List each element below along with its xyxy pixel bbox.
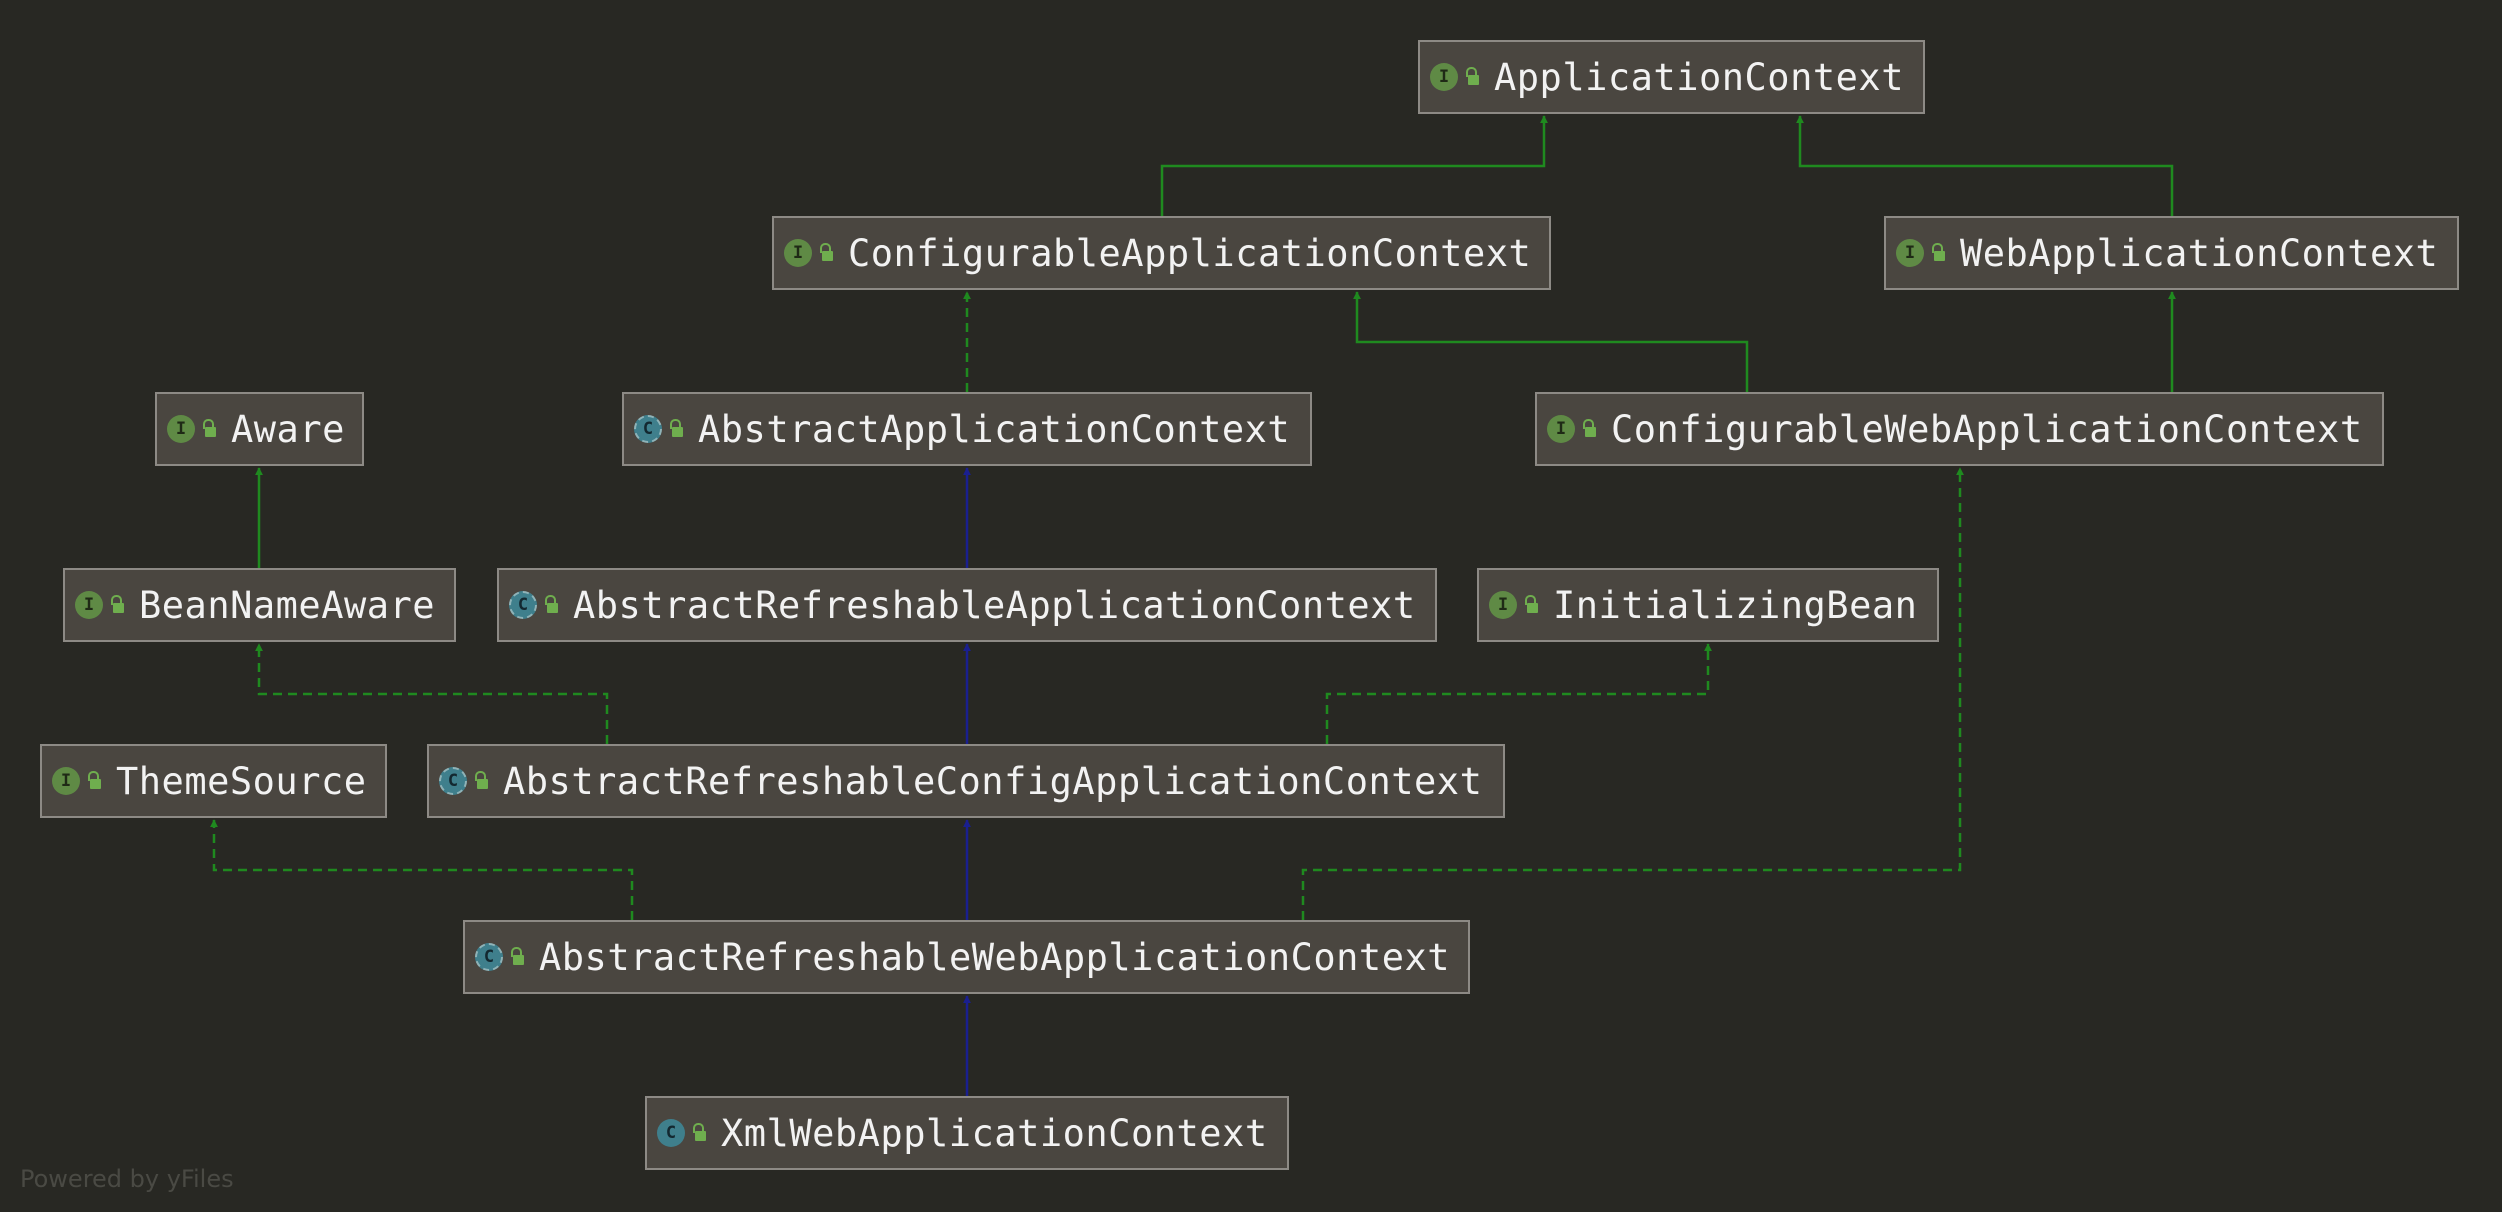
node-AbstractRefreshableApplicationContext[interactable]: C AbstractRefreshableApplicationContext	[497, 568, 1437, 642]
public-lock-icon	[88, 770, 102, 792]
node-ThemeSource[interactable]: I ThemeSource	[40, 744, 387, 818]
node-label: ApplicationContext	[1494, 55, 1904, 99]
node-BeanNameAware[interactable]: I BeanNameAware	[63, 568, 456, 642]
interface-icon: I	[52, 767, 80, 795]
node-ApplicationContext[interactable]: I ApplicationContext	[1418, 40, 1925, 114]
node-label: AbstractApplicationContext	[698, 407, 1291, 451]
edge-ConfigurableWebApplicationContext-to-ConfigurableApplicationContext	[1353, 291, 1749, 392]
node-label: WebApplicationContext	[1960, 231, 2439, 275]
node-XmlWebApplicationContext[interactable]: C XmlWebApplicationContext	[645, 1096, 1289, 1170]
node-label: ConfigurableWebApplicationContext	[1611, 407, 2363, 451]
edge-WebApplicationContext-to-ApplicationContext	[1796, 115, 2174, 216]
node-ConfigurableWebApplicationContext[interactable]: I ConfigurableWebApplicationContext	[1535, 392, 2384, 466]
public-lock-icon	[111, 594, 125, 616]
abstract-class-icon: C	[475, 943, 503, 971]
public-lock-icon	[820, 242, 834, 264]
public-lock-icon	[670, 418, 684, 440]
edge-AbstractRefreshableConfigApplicationContext-to-InitializingBean	[1325, 643, 1712, 744]
abstract-class-icon: C	[634, 415, 662, 443]
node-Aware[interactable]: I Aware	[155, 392, 364, 466]
node-label: AbstractRefreshableWebApplicationContext	[539, 935, 1451, 979]
edge-AbstractRefreshableConfigApplicationContext-to-BeanNameAware	[255, 643, 609, 744]
public-lock-icon	[1932, 242, 1946, 264]
watermark: Powered by yFiles	[20, 1165, 234, 1193]
node-label: ThemeSource	[116, 759, 367, 803]
public-lock-icon	[203, 418, 217, 440]
class-icon: C	[657, 1119, 685, 1147]
interface-icon: I	[1430, 63, 1458, 91]
node-AbstractApplicationContext[interactable]: C AbstractApplicationContext	[622, 392, 1312, 466]
node-label: InitializingBean	[1553, 583, 1918, 627]
public-lock-icon	[1525, 594, 1539, 616]
node-label: AbstractRefreshableApplicationContext	[573, 583, 1416, 627]
node-WebApplicationContext[interactable]: I WebApplicationContext	[1884, 216, 2459, 290]
node-label: BeanNameAware	[139, 583, 436, 627]
public-lock-icon	[1466, 66, 1480, 88]
node-label: ConfigurableApplicationContext	[848, 231, 1532, 275]
public-lock-icon	[511, 946, 525, 968]
edge-ConfigurableApplicationContext-to-ApplicationContext	[1160, 115, 1548, 216]
public-lock-icon	[1583, 418, 1597, 440]
abstract-class-icon: C	[439, 767, 467, 795]
node-AbstractRefreshableConfigApplicationContext[interactable]: C AbstractRefreshableConfigApplicationCon…	[427, 744, 1505, 818]
node-label: Aware	[231, 407, 345, 451]
public-lock-icon	[693, 1122, 707, 1144]
public-lock-icon	[545, 594, 559, 616]
interface-icon: I	[1896, 239, 1924, 267]
node-ConfigurableApplicationContext[interactable]: I ConfigurableApplicationContext	[772, 216, 1551, 290]
node-label: AbstractRefreshableConfigApplicationCont…	[503, 759, 1483, 803]
node-AbstractRefreshableWebApplicationContext[interactable]: C AbstractRefreshableWebApplicationContex…	[463, 920, 1470, 994]
interface-icon: I	[784, 239, 812, 267]
abstract-class-icon: C	[509, 591, 537, 619]
interface-icon: I	[75, 591, 103, 619]
node-label: XmlWebApplicationContext	[721, 1111, 1268, 1155]
interface-icon: I	[1547, 415, 1575, 443]
interface-icon: I	[167, 415, 195, 443]
node-InitializingBean[interactable]: I InitializingBean	[1477, 568, 1939, 642]
edge-AbstractRefreshableWebApplicationContext-to-ThemeSource	[210, 819, 634, 920]
public-lock-icon	[475, 770, 489, 792]
interface-icon: I	[1489, 591, 1517, 619]
